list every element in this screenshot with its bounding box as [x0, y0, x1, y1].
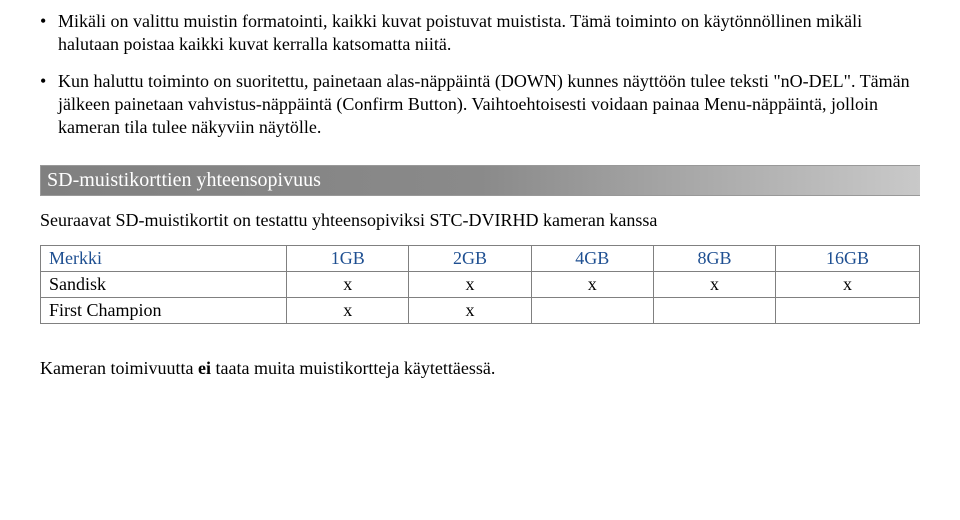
th-8gb: 8GB: [653, 246, 775, 272]
th-16gb: 16GB: [776, 246, 920, 272]
td-cell: [531, 298, 653, 324]
bullet-dot: •: [40, 10, 58, 56]
footer-bold: ei: [198, 358, 211, 378]
table-row: Sandisk x x x x x: [41, 272, 920, 298]
td-cell: x: [287, 298, 409, 324]
td-brand: Sandisk: [41, 272, 287, 298]
section-title: SD-muistikorttien yhteensopivuus: [40, 165, 920, 196]
th-brand: Merkki: [41, 246, 287, 272]
compatibility-table: Merkki 1GB 2GB 4GB 8GB 16GB Sandisk x x …: [40, 245, 920, 324]
footer-post: taata muita muistikortteja käytettäessä.: [211, 358, 495, 378]
td-cell: x: [409, 272, 531, 298]
footer-pre: Kameran toimivuutta: [40, 358, 198, 378]
th-1gb: 1GB: [287, 246, 409, 272]
bullet-text: Mikäli on valittu muistin formatointi, k…: [58, 10, 920, 56]
td-cell: x: [653, 272, 775, 298]
th-4gb: 4GB: [531, 246, 653, 272]
td-cell: x: [409, 298, 531, 324]
td-brand: First Champion: [41, 298, 287, 324]
footer-note: Kameran toimivuutta ei taata muita muist…: [40, 358, 920, 379]
td-cell: [653, 298, 775, 324]
bullet-text: Kun haluttu toiminto on suoritettu, pain…: [58, 70, 920, 139]
bullet-item: • Kun haluttu toiminto on suoritettu, pa…: [40, 70, 920, 139]
section-intro: Seuraavat SD-muistikortit on testattu yh…: [40, 210, 920, 231]
table-row: First Champion x x: [41, 298, 920, 324]
bullet-item: • Mikäli on valittu muistin formatointi,…: [40, 10, 920, 56]
td-cell: x: [287, 272, 409, 298]
bullet-dot: •: [40, 70, 58, 139]
th-2gb: 2GB: [409, 246, 531, 272]
table-header-row: Merkki 1GB 2GB 4GB 8GB 16GB: [41, 246, 920, 272]
td-cell: [776, 298, 920, 324]
td-cell: x: [776, 272, 920, 298]
td-cell: x: [531, 272, 653, 298]
